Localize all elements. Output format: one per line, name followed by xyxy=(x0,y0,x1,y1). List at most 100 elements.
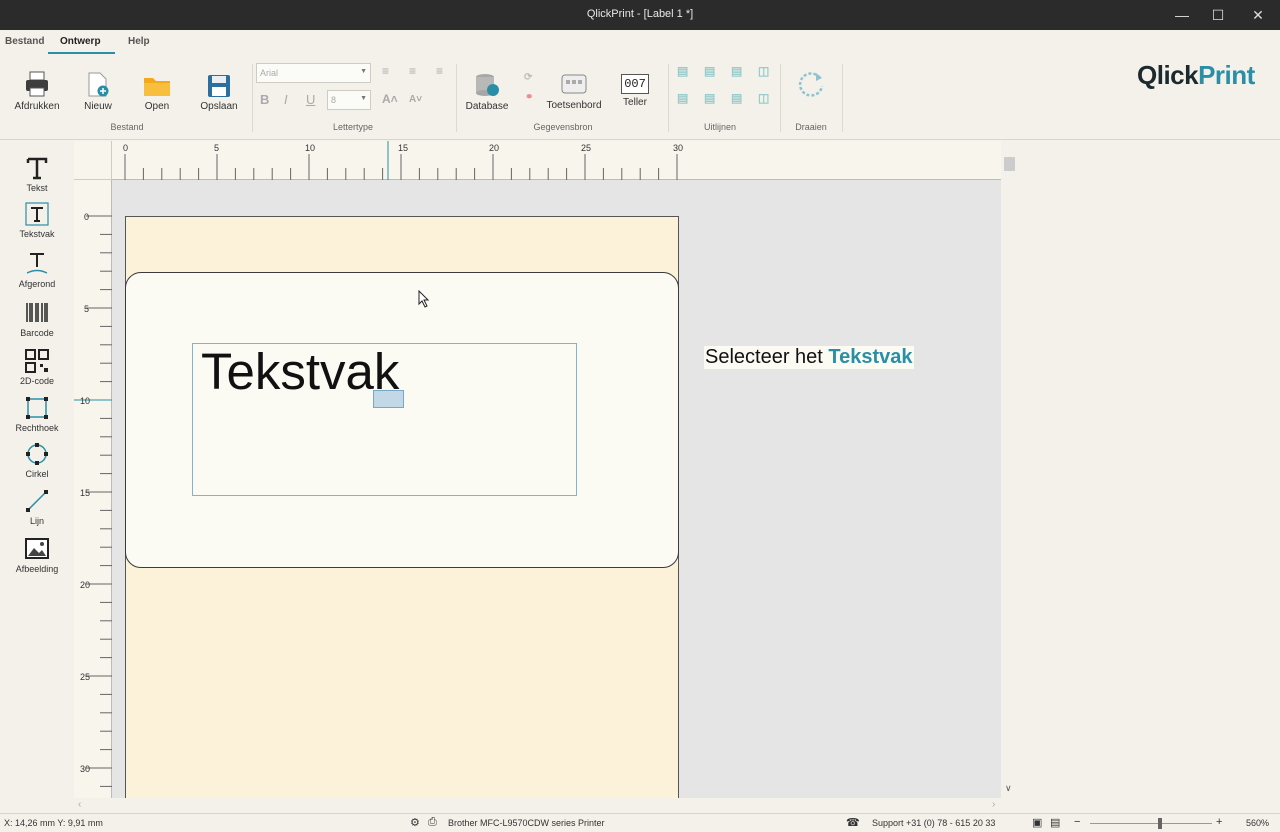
qr-code-icon xyxy=(25,349,49,373)
keyboard-icon xyxy=(561,74,587,94)
font-size-select[interactable]: 8 ▼ xyxy=(327,90,371,110)
textbox-icon xyxy=(25,202,49,226)
qlickprint-logo: QlickPrint xyxy=(1137,60,1255,90)
h-ruler-label: 10 xyxy=(305,143,316,153)
bold-icon[interactable]: B xyxy=(260,92,269,107)
tool-tekst[interactable]: Tekst xyxy=(0,155,74,193)
window-title: QlickPrint - [Label 1 *] xyxy=(586,8,694,20)
folder-icon xyxy=(144,78,170,96)
group-separator xyxy=(780,64,781,132)
tab-bestand[interactable]: Bestand xyxy=(5,36,44,47)
printer-name[interactable]: Brother MFC-L9570CDW series Printer xyxy=(448,818,605,828)
textbox-object[interactable]: Tekstvak xyxy=(192,343,577,496)
tool-2d-code[interactable]: 2D-code xyxy=(0,348,74,386)
design-canvas[interactable]: Tekstvak Selecteer het Tekstvak xyxy=(112,180,1001,798)
align-right-icon[interactable]: ≡ xyxy=(436,64,443,78)
align-right-obj-icon[interactable]: ▤ xyxy=(731,91,742,105)
minimize-button[interactable]: — xyxy=(1164,0,1200,30)
tab-help[interactable]: Help xyxy=(128,36,150,47)
rounded-text-icon xyxy=(26,253,48,274)
v-ruler-label: 30 xyxy=(80,764,91,774)
title-bar: QlickPrint - [Label 1 *] — ☐ ✕ xyxy=(0,0,1280,30)
grow-font-icon[interactable]: A˄ xyxy=(382,92,398,106)
ruler-corner xyxy=(74,141,112,180)
horizontal-ruler-ticks xyxy=(124,141,678,180)
tool-afgerond[interactable]: Afgerond xyxy=(0,251,74,289)
support-icon: ☎ xyxy=(846,817,860,829)
v-ruler-label: 5 xyxy=(84,304,90,314)
counter-button[interactable]: 007 Teller xyxy=(615,74,655,108)
vertical-ruler: 0 5 10 15 20 25 30 xyxy=(74,180,112,798)
tool-lijn[interactable]: Lijn xyxy=(0,488,74,526)
tool-afbeelding[interactable]: Afbeelding xyxy=(0,536,74,574)
group-label-lettertype: Lettertype xyxy=(332,122,374,132)
close-button[interactable]: ✕ xyxy=(1240,0,1276,30)
align-center-obj-icon[interactable]: ▤ xyxy=(704,91,715,105)
italic-icon[interactable]: I xyxy=(284,92,288,107)
settings-icon[interactable]: ⚙ xyxy=(410,816,420,829)
horizontal-scrollbar[interactable]: ‹ › xyxy=(74,798,1018,813)
shrink-font-icon[interactable]: A˅ xyxy=(409,94,422,105)
keyboard-button[interactable]: Toetsenbord xyxy=(544,71,604,111)
h-ruler-label: 25 xyxy=(581,143,592,153)
zoom-in-icon[interactable]: + xyxy=(1216,816,1222,828)
tab-ontwerp[interactable]: Ontwerp xyxy=(60,36,101,47)
distribute-v-icon[interactable]: ◫ xyxy=(758,91,769,105)
tool-rechthoek[interactable]: Rechthoek xyxy=(0,395,74,433)
group-separator xyxy=(456,64,457,132)
save-button[interactable]: Opslaan xyxy=(199,74,239,112)
align-top-icon[interactable]: ▤ xyxy=(677,64,688,78)
align-left-icon[interactable]: ≡ xyxy=(382,64,389,78)
tool-tekstvak[interactable]: Tekstvak xyxy=(0,201,74,239)
zoom-slider[interactable] xyxy=(1090,823,1212,824)
database-button[interactable]: Database xyxy=(464,72,510,112)
support-phone: Support +31 (0) 78 - 615 20 33 xyxy=(872,818,996,828)
scroll-down-icon[interactable]: ∨ xyxy=(1005,783,1012,794)
v-ruler-label: 15 xyxy=(80,488,91,498)
disconnect-icon[interactable]: ⚭ xyxy=(525,92,533,103)
align-center-icon[interactable]: ≡ xyxy=(409,64,416,78)
cursor-coordinates: X: 14,26 mm Y: 9,91 mm xyxy=(4,818,103,828)
align-middle-icon[interactable]: ▤ xyxy=(704,64,715,78)
barcode-icon xyxy=(26,303,48,322)
circle-icon xyxy=(26,443,48,465)
vertical-scrollbar[interactable]: ∨ xyxy=(1001,141,1018,798)
fit-width-icon[interactable]: ▤ xyxy=(1050,816,1060,829)
distribute-h-icon[interactable]: ◫ xyxy=(758,64,769,78)
mouse-cursor-icon xyxy=(418,290,430,308)
v-ruler-label: 0 xyxy=(84,212,90,222)
refresh-icon[interactable]: ⟳ xyxy=(524,72,532,83)
font-family-select[interactable]: Arial ▼ xyxy=(256,63,371,83)
rotate-icon[interactable] xyxy=(796,69,826,99)
v-ruler-label: 10 xyxy=(80,396,91,406)
horizontal-ruler: 0 5 10 15 20 25 30 xyxy=(112,141,1001,180)
v-ruler-label: 20 xyxy=(80,580,91,590)
toolbox: Tekst Tekstvak Afgerond Barcode 2D-code … xyxy=(0,141,74,813)
underline-icon[interactable]: U xyxy=(306,92,315,107)
maximize-button[interactable]: ☐ xyxy=(1200,0,1236,30)
scroll-left-icon[interactable]: ‹ xyxy=(78,799,81,810)
scroll-right-icon[interactable]: › xyxy=(992,799,995,810)
new-button[interactable]: Nieuw xyxy=(78,72,118,112)
group-separator xyxy=(668,64,669,132)
group-label-bestand: Bestand xyxy=(110,122,144,132)
textbox-handle[interactable] xyxy=(373,390,404,408)
tool-barcode[interactable]: Barcode xyxy=(0,300,74,338)
group-label-uitlijnen: Uitlijnen xyxy=(703,122,736,132)
tool-cirkel[interactable]: Cirkel xyxy=(0,441,74,479)
open-button[interactable]: Open xyxy=(139,74,175,112)
zoom-out-icon[interactable]: − xyxy=(1074,816,1080,828)
new-file-icon xyxy=(88,72,109,97)
printer-status-icon[interactable]: ⎙ xyxy=(428,816,437,829)
align-left-obj-icon[interactable]: ▤ xyxy=(677,91,688,105)
h-ruler-label: 15 xyxy=(398,143,409,153)
status-bar: X: 14,26 mm Y: 9,91 mm ⚙ ⎙ Brother MFC-L… xyxy=(0,813,1280,832)
h-ruler-label: 0 xyxy=(123,143,129,153)
fit-page-icon[interactable]: ▣ xyxy=(1032,816,1042,829)
zoom-slider-thumb[interactable] xyxy=(1158,818,1162,829)
align-bottom-icon[interactable]: ▤ xyxy=(731,64,742,78)
h-ruler-label: 30 xyxy=(673,143,684,153)
menu-bar: Bestand Ontwerp Help xyxy=(0,30,1280,54)
scroll-thumb[interactable] xyxy=(1004,157,1015,171)
print-button[interactable]: Afdrukken xyxy=(12,70,62,112)
